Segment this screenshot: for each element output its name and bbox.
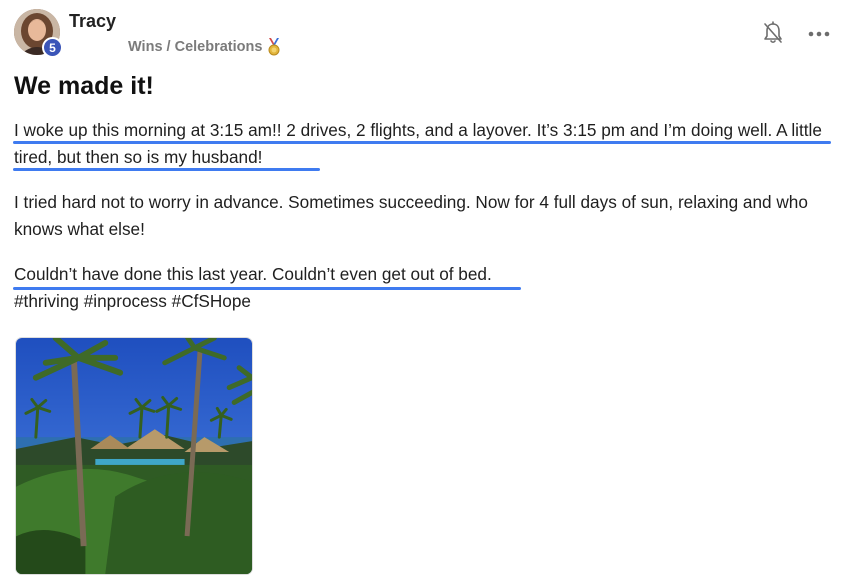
highlight-underline <box>13 141 831 144</box>
post-paragraph: Couldn’t have done this last year. Could… <box>14 264 492 284</box>
post-paragraph: I tried hard not to worry in advance. So… <box>14 192 808 239</box>
medal-icon <box>268 38 280 56</box>
category-label: Wins / Celebrations <box>128 39 263 55</box>
hashtags[interactable]: #thriving #inprocess #CfSHope <box>14 288 844 315</box>
resort-photo-image <box>16 338 252 574</box>
post-photo[interactable] <box>15 337 253 575</box>
author-name[interactable]: Tracy <box>69 11 116 32</box>
highlight-underline <box>13 168 320 171</box>
post-body: I woke up this morning at 3:15 am!! 2 dr… <box>14 117 844 315</box>
highlight-underline <box>13 287 521 290</box>
level-badge: 5 <box>42 37 63 58</box>
category-link[interactable]: Wins / Celebrations <box>128 38 281 56</box>
post-paragraph: I woke up this morning at 3:15 am!! 2 dr… <box>14 120 822 167</box>
bell-off-icon[interactable] <box>762 21 784 45</box>
more-horizontal-icon[interactable] <box>808 30 830 38</box>
post-title: We made it! <box>14 72 154 100</box>
